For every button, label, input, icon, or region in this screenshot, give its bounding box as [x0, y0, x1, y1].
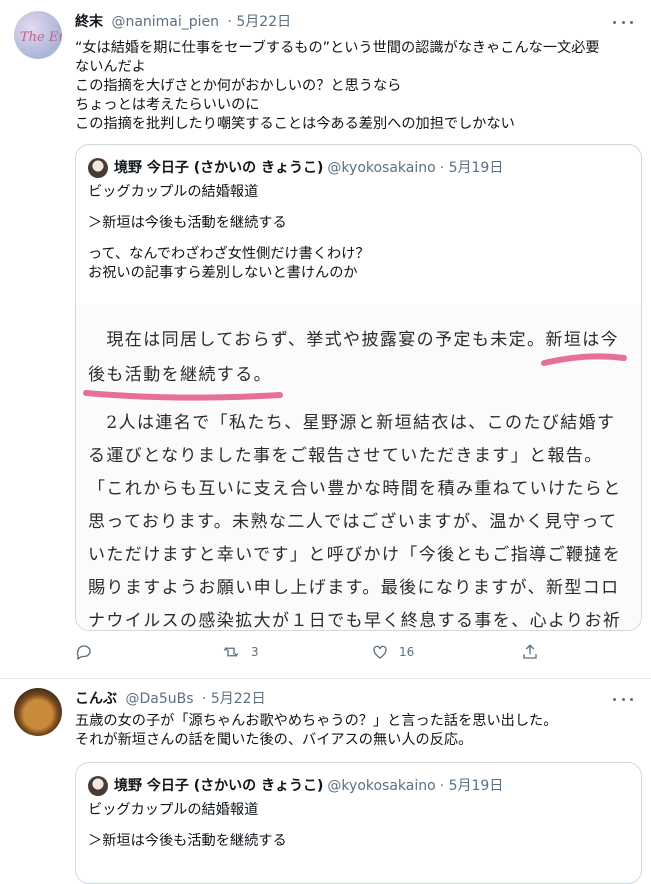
clipping-line: いただけますと幸いです」と呼びかけ「今後ともご指導ご鞭撻を	[88, 545, 622, 565]
text-line: ＞新垣は今後も活動を継続する	[88, 833, 287, 849]
share-icon	[523, 644, 537, 659]
clipping-line: 思っております。未熟な二人ではございますが、温かく見守って	[88, 512, 618, 532]
news-clipping-image[interactable]: 現在は同居しておらず、挙式や披露宴の予定も未定。新垣は今 後も活動を継続する。 …	[76, 305, 641, 630]
reply-button[interactable]	[75, 643, 93, 661]
quoted-text: ビッグカップルの結婚報道 ＞新垣は今後も活動を継続する って、なんでわざわざ女性…	[88, 183, 370, 283]
more-icon[interactable]	[613, 692, 633, 706]
quoted-avatar	[88, 776, 108, 796]
quoted-handle: @kyokosakaino	[327, 778, 436, 794]
text-line: ビッグカップルの結婚報道	[88, 802, 259, 818]
avatar[interactable]	[14, 688, 62, 736]
quoted-display-name: 境野 今日子 (さかいの きょうこ)	[114, 160, 324, 176]
like-count: 16	[399, 645, 415, 659]
clipping-line: 「これからも互いに支え合い豊かな時間を積み重ねていけたらと	[88, 479, 622, 499]
quoted-avatar	[88, 158, 108, 178]
tweet-header: こんぶ @Da5uBs · 5月22日	[75, 690, 266, 708]
tweet-header: 終末 @nanimai_pien · 5月22日	[75, 13, 291, 31]
reply-icon	[76, 645, 91, 660]
text-line: “女は結婚を期に仕事をセーブするもの”という世間の認識がなきゃこんな一文必要	[75, 40, 600, 56]
text-line: ないんだよ	[75, 59, 146, 75]
share-button[interactable]	[521, 643, 539, 661]
tweet[interactable]: The End 終末 @nanimai_pien · 5月22日 “女は結婚を期…	[0, 0, 651, 678]
like-icon	[373, 645, 387, 659]
text-line	[88, 202, 370, 214]
tweet-actions: 3 16	[75, 643, 575, 665]
text-line: お祝いの記事すら差別しないと書けんのか	[88, 265, 358, 281]
retweet-button[interactable]: 3	[221, 643, 259, 661]
clipping-line: る運びとなりました事をご報告させていただきます」と報告。	[88, 446, 603, 466]
like-button[interactable]: 16	[371, 643, 414, 661]
text-line: って、なんでわざわざ女性側だけ書くわけ？	[88, 246, 370, 262]
quoted-tweet[interactable]: 境野 今日子 (さかいの きょうこ) @kyokosakaino · 5月19日…	[75, 144, 642, 631]
clipping-line: 2人は連名で「私たち、星野源と新垣結衣は、このたび結婚す	[88, 413, 616, 433]
handle[interactable]: @Da5uBs	[125, 691, 193, 707]
text-line: ちょっとは考えたらいいのに	[75, 97, 260, 113]
quoted-timestamp: · 5月19日	[439, 160, 504, 176]
timestamp[interactable]: · 5月22日	[202, 691, 266, 707]
quoted-display-name: 境野 今日子 (さかいの きょうこ)	[114, 778, 324, 794]
avatar[interactable]: The End	[14, 11, 62, 59]
display-name[interactable]: こんぶ	[75, 691, 117, 707]
quoted-tweet-header: 境野 今日子 (さかいの きょうこ) @kyokosakaino · 5月19日	[88, 776, 503, 796]
quoted-text: ビッグカップルの結婚報道 ＞新垣は今後も活動を継続する	[88, 801, 287, 851]
avatar-logo-text: The End	[20, 30, 62, 45]
handle[interactable]: @nanimai_pien	[111, 14, 219, 30]
display-name[interactable]: 終末	[75, 14, 103, 30]
quoted-tweet[interactable]: 境野 今日子 (さかいの きょうこ) @kyokosakaino · 5月19日…	[75, 762, 642, 884]
text-line: ＞新垣は今後も活動を継続する	[88, 215, 287, 231]
text-line: それが新垣さんの話を聞いた後の、バイアスの無い人の反応。	[75, 732, 473, 748]
quoted-tweet-header: 境野 今日子 (さかいの きょうこ) @kyokosakaino · 5月19日	[88, 158, 503, 178]
text-line	[88, 233, 370, 245]
tweet-text: 五歳の女の子が「源ちゃんお歌やめちゃうの？」と言った話を思い出した。 それが新垣…	[75, 712, 557, 750]
retweet-count: 3	[251, 645, 259, 659]
quoted-handle: @kyokosakaino	[327, 160, 436, 176]
tweet[interactable]: こんぶ @Da5uBs · 5月22日 五歳の女の子が「源ちゃんお歌やめちゃうの…	[0, 679, 651, 884]
text-line	[88, 820, 287, 832]
tweet-text: “女は結婚を期に仕事をセーブするもの”という世間の認識がなきゃこんな一文必要 な…	[75, 39, 600, 134]
more-icon[interactable]	[613, 15, 633, 29]
avatar-image: The End	[20, 30, 62, 45]
retweet-icon	[223, 647, 239, 657]
quoted-timestamp: · 5月19日	[439, 778, 504, 794]
clipping-line: 賜りますようお願い申し上げます。最後になりますが、新型コロ	[88, 578, 620, 598]
timestamp[interactable]: · 5月22日	[228, 14, 292, 30]
clipping-line: ナウイルスの感染拡大が１日でも早く終息する事を、心よりお祈	[88, 611, 622, 630]
text-line: この指摘を批判したり嘲笑することは今ある差別への加担でしかない	[75, 116, 515, 132]
text-line: ビッグカップルの結婚報道	[88, 184, 259, 200]
text-line: この指摘を大げさとか何がおかしいの？と思うなら	[75, 78, 402, 94]
text-line: 五歳の女の子が「源ちゃんお歌やめちゃうの？」と言った話を思い出した。	[75, 713, 558, 729]
